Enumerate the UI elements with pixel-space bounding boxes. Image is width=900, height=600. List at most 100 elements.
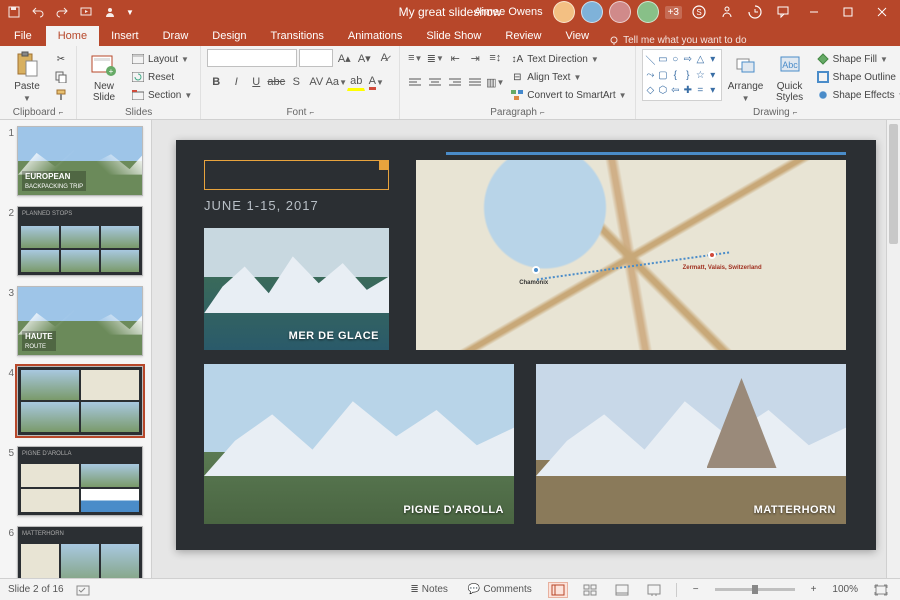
- increase-indent-button[interactable]: ⇥: [466, 49, 484, 67]
- zoom-level[interactable]: 100%: [832, 584, 858, 595]
- thumbnail-slide-4[interactable]: [17, 366, 143, 436]
- spellcheck-icon[interactable]: [76, 584, 90, 596]
- notes-button[interactable]: ≣Notes: [406, 582, 452, 597]
- character-spacing-button[interactable]: AV: [307, 73, 325, 91]
- slide-canvas-area[interactable]: JUNE 1-15, 2017 MER DE GLACE Chamonix Ze…: [152, 120, 900, 578]
- edit-handle-icon[interactable]: [379, 160, 389, 170]
- avatar-user1[interactable]: [553, 1, 575, 23]
- slide-counter[interactable]: Slide 2 of 16: [8, 584, 64, 595]
- convert-smartart-button[interactable]: Convert to SmartArt▼: [508, 87, 628, 103]
- dialog-launcher-icon[interactable]: ⌐: [540, 108, 545, 117]
- quick-styles-button[interactable]: Abc Quick Styles: [770, 49, 810, 105]
- decrease-font-icon[interactable]: A▾: [355, 49, 373, 67]
- font-size-input[interactable]: [299, 49, 333, 67]
- font-name-input[interactable]: [207, 49, 297, 67]
- avatar-user2[interactable]: [581, 1, 603, 23]
- reset-button[interactable]: Reset: [129, 69, 194, 85]
- arrange-button[interactable]: Arrange▼: [726, 49, 766, 105]
- thumbnail-slide-2[interactable]: PLANNED STOPS: [17, 206, 143, 276]
- tab-review[interactable]: Review: [493, 26, 553, 46]
- underline-button[interactable]: U: [247, 73, 265, 91]
- zoom-in-button[interactable]: +: [807, 582, 821, 597]
- thumbnail-slide-6[interactable]: MATTERHORN: [17, 526, 143, 578]
- shape-outline-button[interactable]: Shape Outline▼: [814, 69, 900, 85]
- slide-sorter-view-button[interactable]: [580, 582, 600, 598]
- tab-draw[interactable]: Draw: [151, 26, 201, 46]
- slide-thumbnails-pane[interactable]: 1 EUROPEANBACKPACKING TRIP 2 PLANNED STO…: [0, 120, 152, 578]
- shape-arrow2-icon[interactable]: ⇦: [670, 84, 682, 99]
- shape-arrow-icon[interactable]: ⇨: [682, 52, 694, 67]
- align-right-button[interactable]: [446, 73, 464, 91]
- thumbnail-slide-5[interactable]: PIGNE D'AROLLA: [17, 446, 143, 516]
- justify-button[interactable]: [466, 73, 484, 91]
- shape-expand-icon[interactable]: ▾: [707, 84, 719, 99]
- slideshow-start-icon[interactable]: [78, 4, 94, 20]
- dialog-launcher-icon[interactable]: ⌐: [793, 108, 798, 117]
- section-button[interactable]: Section▼: [129, 87, 194, 103]
- shape-brace2-icon[interactable]: }: [682, 68, 694, 83]
- avatar-user3[interactable]: [609, 1, 631, 23]
- tab-home[interactable]: Home: [46, 26, 99, 46]
- dialog-launcher-icon[interactable]: ⌐: [309, 108, 314, 117]
- image-route-map[interactable]: Chamonix Zermatt, Valais, Switzerland: [416, 160, 846, 350]
- align-center-button[interactable]: [426, 73, 444, 91]
- zoom-slider[interactable]: [715, 588, 795, 591]
- text-direction-button[interactable]: ↕AText Direction▼: [508, 51, 628, 67]
- strikethrough-button[interactable]: abc: [267, 73, 285, 91]
- shape-more2-icon[interactable]: ▾: [707, 68, 719, 83]
- font-color-button[interactable]: A▼: [367, 73, 385, 91]
- image-matterhorn[interactable]: MATTERHORN: [536, 364, 846, 524]
- fit-to-window-button[interactable]: [870, 582, 892, 598]
- shape-rect-icon[interactable]: ▭: [657, 52, 669, 67]
- shape-plus-icon[interactable]: ✚: [682, 84, 694, 99]
- text-shadow-button[interactable]: S: [287, 73, 305, 91]
- skype-icon[interactable]: S: [688, 1, 710, 23]
- thumbnail-slide-1[interactable]: EUROPEANBACKPACKING TRIP: [17, 126, 143, 196]
- clear-formatting-icon[interactable]: A̷: [375, 49, 393, 67]
- line-spacing-button[interactable]: ≡↕: [486, 49, 504, 67]
- thumbnail-slide-3[interactable]: HAUTEROUTE: [17, 286, 143, 356]
- layout-button[interactable]: Layout▼: [129, 51, 194, 67]
- bold-button[interactable]: B: [207, 73, 225, 91]
- image-mer-de-glace[interactable]: MER DE GLACE: [204, 228, 389, 350]
- minimize-button[interactable]: [800, 0, 828, 24]
- scrollbar-thumb[interactable]: [889, 124, 898, 244]
- shape-star-icon[interactable]: ☆: [695, 68, 707, 83]
- activity-icon[interactable]: [744, 1, 766, 23]
- increase-font-icon[interactable]: A▴: [335, 49, 353, 67]
- tab-slideshow[interactable]: Slide Show: [414, 26, 493, 46]
- shape-brace-icon[interactable]: {: [670, 68, 682, 83]
- shape-hexagon-icon[interactable]: ⬡: [657, 84, 669, 99]
- shape-connector-icon[interactable]: ⤳: [645, 68, 657, 83]
- undo-icon[interactable]: [30, 4, 46, 20]
- italic-button[interactable]: I: [227, 73, 245, 91]
- highlight-button[interactable]: ab: [347, 73, 365, 91]
- tell-me-search[interactable]: Tell me what you want to do: [609, 35, 746, 46]
- slide-editor[interactable]: JUNE 1-15, 2017 MER DE GLACE Chamonix Ze…: [176, 140, 876, 550]
- shape-fill-button[interactable]: Shape Fill▼: [814, 51, 900, 67]
- slideshow-view-button[interactable]: [644, 582, 664, 598]
- shape-oval-icon[interactable]: ○: [670, 52, 682, 67]
- paste-button[interactable]: Paste ▼: [6, 49, 48, 105]
- maximize-button[interactable]: [834, 0, 862, 24]
- cut-button[interactable]: ✂: [52, 51, 70, 67]
- zoom-out-button[interactable]: −: [689, 582, 703, 597]
- decrease-indent-button[interactable]: ⇤: [446, 49, 464, 67]
- format-painter-button[interactable]: [52, 87, 70, 103]
- change-case-button[interactable]: Aa▼: [327, 73, 345, 91]
- save-icon[interactable]: [6, 4, 22, 20]
- comments-button[interactable]: 💬Comments: [464, 582, 536, 597]
- shape-roundrect-icon[interactable]: ▢: [657, 68, 669, 83]
- share-icon[interactable]: [716, 1, 738, 23]
- shapes-gallery[interactable]: ＼ ▭ ○ ⇨ △ ▾ ⤳ ▢ { } ☆ ▾ ◇ ⬡ ⇦ ✚ = ▾: [642, 49, 722, 101]
- reading-view-button[interactable]: [612, 582, 632, 598]
- shape-equal-icon[interactable]: =: [695, 84, 707, 99]
- dialog-launcher-icon[interactable]: ⌐: [59, 108, 64, 117]
- subtitle-text[interactable]: JUNE 1-15, 2017: [204, 198, 319, 213]
- share-count-badge[interactable]: +3: [665, 6, 682, 19]
- copy-button[interactable]: [52, 69, 70, 85]
- align-text-button[interactable]: ⊟Align Text▼: [508, 69, 628, 85]
- shape-line-icon[interactable]: ＼: [645, 52, 657, 67]
- vertical-scrollbar[interactable]: [886, 120, 900, 578]
- new-slide-button[interactable]: + New Slide: [83, 49, 125, 105]
